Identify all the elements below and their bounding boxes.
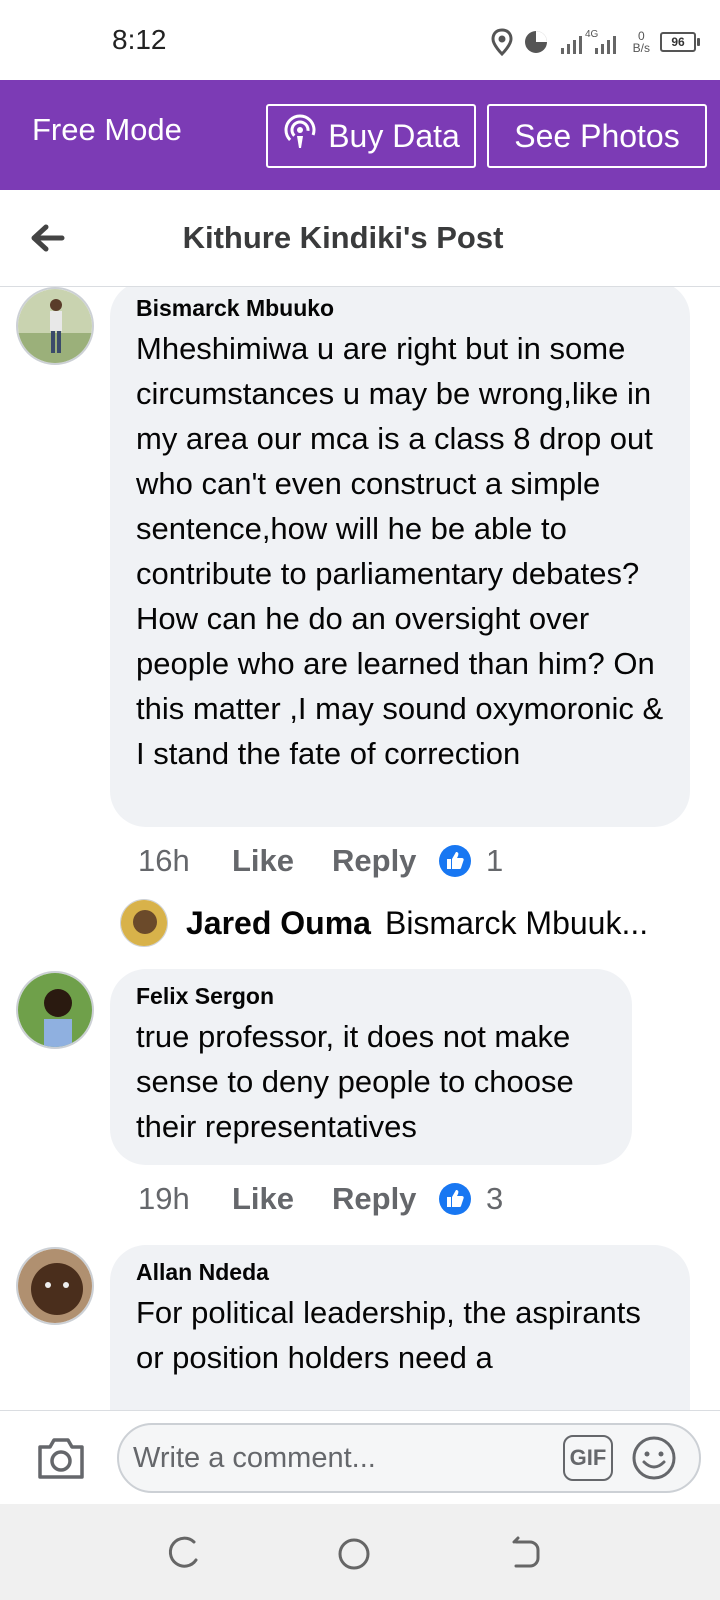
comment-author[interactable]: Bismarck Mbuuko xyxy=(136,295,664,322)
system-nav-bar xyxy=(0,1504,720,1600)
status-time: 8:12 xyxy=(112,24,167,55)
speed-unit: B/s xyxy=(632,41,650,55)
comment-composer: Write a comment... GIF xyxy=(0,1410,720,1505)
signal-icon: 4G xyxy=(559,28,623,56)
battery-level: 96 xyxy=(660,32,696,52)
see-photos-label: See Photos xyxy=(514,117,680,154)
emoji-icon[interactable] xyxy=(631,1435,677,1481)
comment-bubble[interactable]: Bismarck Mbuuko Mheshimiwa u are right b… xyxy=(110,287,690,827)
avatar[interactable] xyxy=(16,971,94,1049)
comment-time: 19h xyxy=(138,1181,190,1216)
comments-list[interactable]: Bismarck Mbuuko Mheshimiwa u are right b… xyxy=(0,287,720,1410)
recent-apps-icon[interactable] xyxy=(164,1534,204,1574)
comment-actions: 16h Like Reply 1 xyxy=(138,843,503,879)
like-reaction-icon[interactable] xyxy=(438,1182,472,1216)
comment-input[interactable]: Write a comment... GIF xyxy=(117,1423,701,1493)
comment-text: true professor, it does not make sense t… xyxy=(136,1019,574,1144)
comment-bubble[interactable]: Allan Ndeda For political leadership, th… xyxy=(110,1245,690,1410)
comment-author[interactable]: Felix Sergon xyxy=(136,983,606,1010)
free-mode-label: Free Mode xyxy=(32,112,182,147)
reply-button[interactable]: Reply xyxy=(332,843,438,879)
like-button[interactable]: Like xyxy=(232,843,332,879)
buy-data-button[interactable]: Buy Data xyxy=(266,104,476,168)
reply-button[interactable]: Reply xyxy=(332,1181,438,1217)
comment-text: For political leadership, the aspirants … xyxy=(136,1295,641,1375)
reply-preview[interactable]: Jared Ouma Bismarck Mbuuk... xyxy=(120,899,648,947)
comment-text: Mheshimiwa u are right but in some circu… xyxy=(136,331,664,771)
comment-placeholder: Write a comment... xyxy=(133,1442,376,1474)
comment-time: 16h xyxy=(138,843,190,878)
post-header: Kithure Kindiki's Post xyxy=(0,190,720,287)
data-usage-icon xyxy=(523,29,549,55)
status-icons: 4G 0 B/s 96 xyxy=(491,24,700,60)
free-mode-bar: Free Mode Buy Data See Photos xyxy=(0,80,720,190)
comment-actions: 19h Like Reply 3 xyxy=(138,1181,503,1217)
avatar[interactable] xyxy=(16,287,94,365)
location-icon xyxy=(491,28,513,56)
comment-author[interactable]: Allan Ndeda xyxy=(136,1259,664,1286)
buy-data-label: Buy Data xyxy=(328,117,460,154)
gif-icon[interactable]: GIF xyxy=(563,1435,613,1481)
avatar[interactable] xyxy=(120,899,168,947)
battery-icon: 96 xyxy=(660,32,700,52)
like-reaction-icon[interactable] xyxy=(438,844,472,878)
svg-text:4G: 4G xyxy=(585,29,599,40)
reply-snippet: Bismarck Mbuuk... xyxy=(384,904,649,941)
like-button[interactable]: Like xyxy=(232,1181,332,1217)
comment-bubble[interactable]: Felix Sergon true professor, it does not… xyxy=(110,969,632,1165)
broadcast-icon xyxy=(282,114,318,158)
like-count: 3 xyxy=(486,1181,504,1216)
avatar[interactable] xyxy=(16,1247,94,1325)
status-bar: 8:12 4G 0 B/s 96 xyxy=(0,0,720,80)
camera-icon[interactable] xyxy=(36,1435,86,1481)
page-title: Kithure Kindiki's Post xyxy=(182,220,504,255)
see-photos-button[interactable]: See Photos xyxy=(487,104,707,168)
network-speed: 0 B/s xyxy=(633,30,650,54)
home-icon[interactable] xyxy=(334,1534,374,1574)
reply-author[interactable]: Jared Ouma xyxy=(186,905,371,942)
back-nav-icon[interactable] xyxy=(504,1534,544,1574)
like-count: 1 xyxy=(486,843,504,878)
